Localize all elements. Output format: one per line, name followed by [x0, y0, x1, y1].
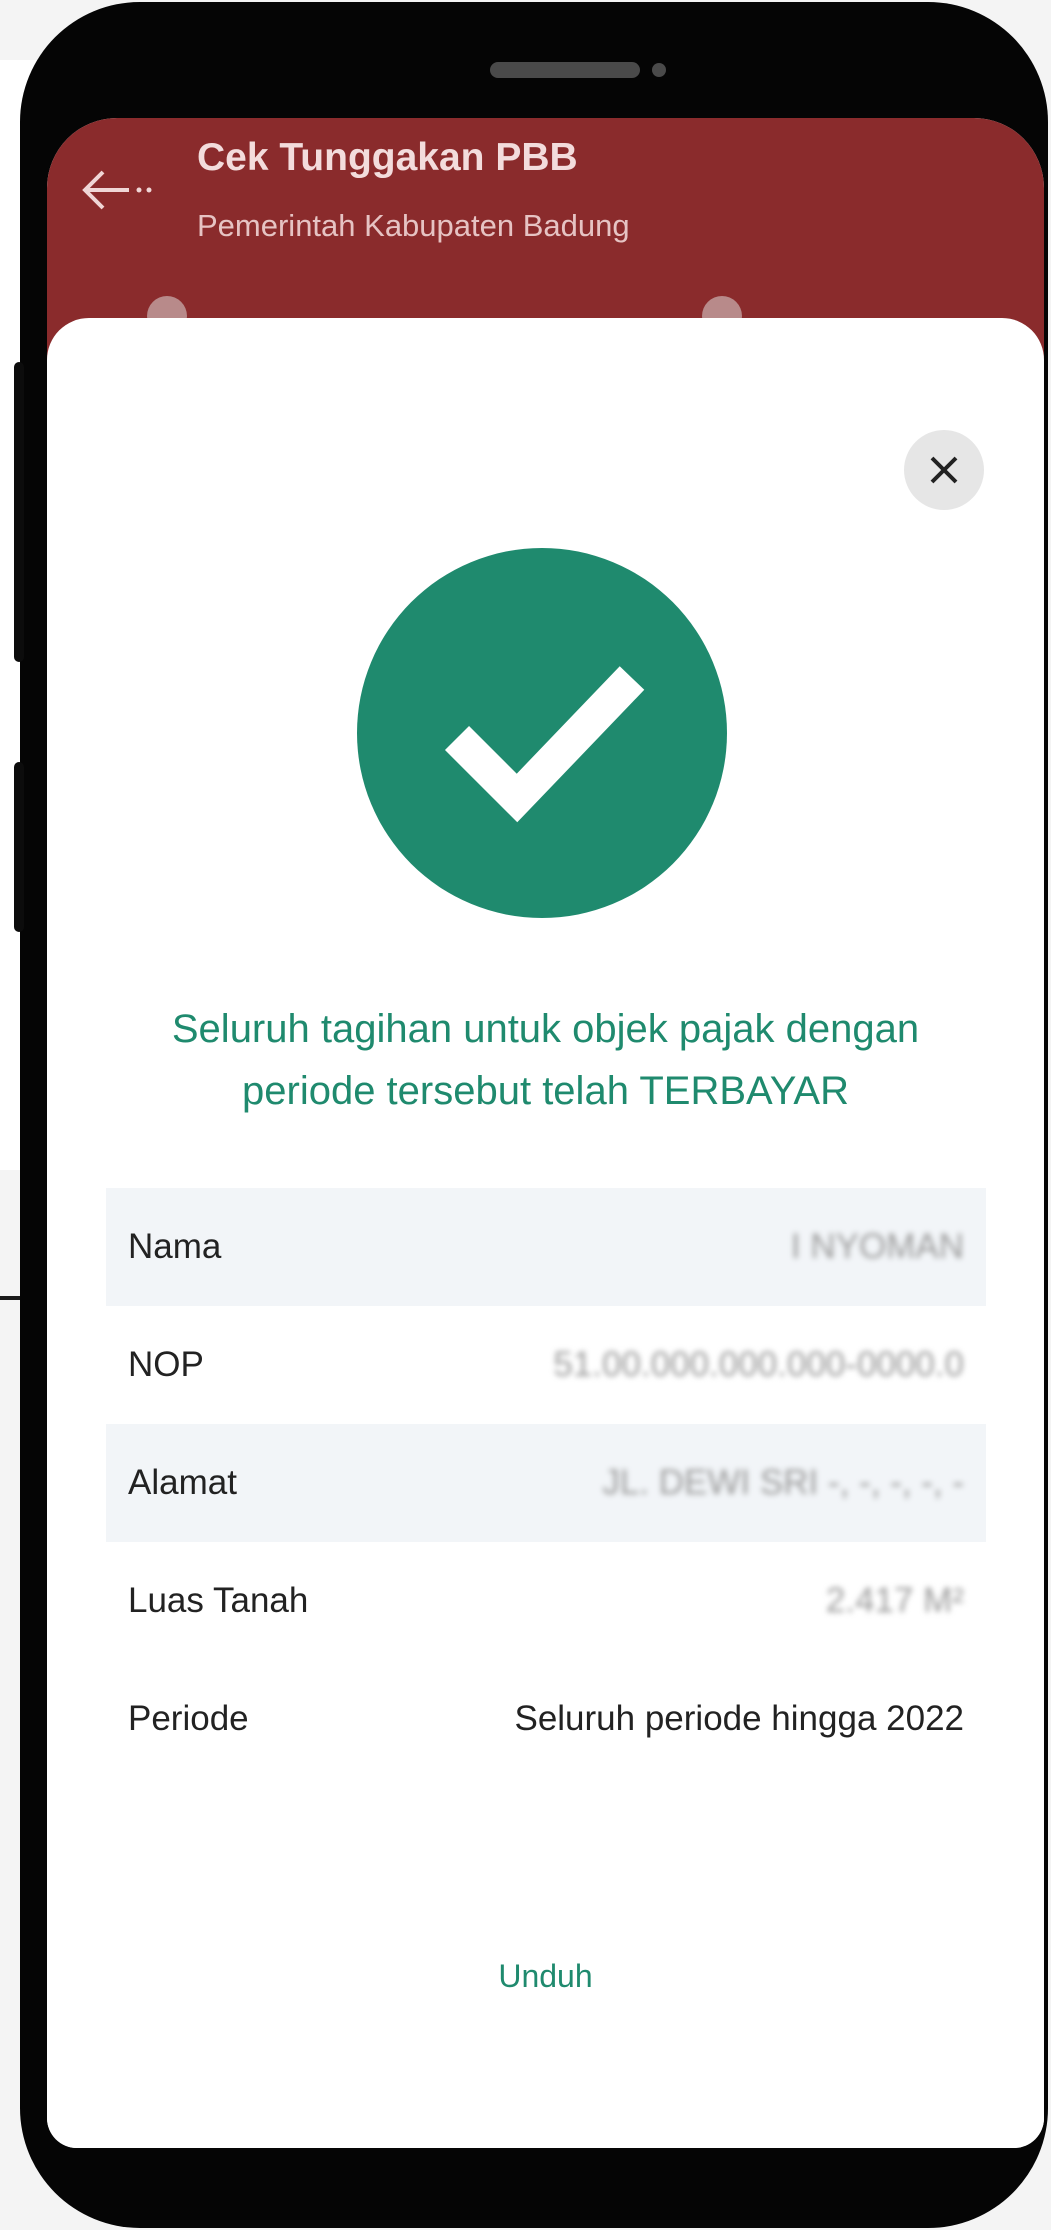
app-title: Cek Tunggakan PBB — [197, 136, 578, 179]
phone-side-button — [14, 762, 24, 932]
detail-label: Nama — [128, 1227, 222, 1266]
check-icon — [444, 666, 645, 823]
close-icon — [930, 456, 958, 484]
detail-value: I NYOMAN — [790, 1227, 964, 1266]
detail-row-nop: NOP 51.00.000.000.000-0000.0 — [106, 1306, 986, 1424]
close-button[interactable] — [904, 430, 984, 510]
download-button[interactable]: Unduh — [47, 1958, 1044, 1995]
detail-row-nama: Nama I NYOMAN — [106, 1188, 986, 1306]
detail-row-periode: Periode Seluruh periode hingga 2022 — [106, 1660, 986, 1778]
detail-label: Luas Tanah — [128, 1581, 309, 1620]
detail-value: 2.417 M² — [825, 1581, 964, 1620]
status-message-line: periode tersebut telah TERBAYAR — [242, 1069, 849, 1113]
detail-value: Seluruh periode hingga 2022 — [514, 1699, 964, 1738]
detail-label: Alamat — [128, 1463, 237, 1502]
camera-dot — [652, 63, 666, 77]
detail-row-luas-tanah: Luas Tanah 2.417 M² — [106, 1542, 986, 1660]
arrow-left-icon[interactable] — [77, 160, 157, 220]
result-modal: Seluruh tagihan untuk objek pajak dengan… — [47, 318, 1044, 2148]
detail-value: 51.00.000.000.000-0000.0 — [553, 1345, 964, 1384]
phone-side-button — [14, 362, 24, 662]
detail-value: JL. DEWI SRI -, -, -, -, - — [602, 1463, 964, 1502]
phone-screen: Cek Tunggakan PBB Pemerintah Kabupaten B… — [47, 118, 1044, 2148]
tax-object-details: Nama I NYOMAN NOP 51.00.000.000.000-0000… — [106, 1188, 986, 1778]
app-subtitle: Pemerintah Kabupaten Badung — [197, 208, 630, 243]
payment-status-message: Seluruh tagihan untuk objek pajak dengan… — [67, 998, 1024, 1122]
detail-label: NOP — [128, 1345, 204, 1384]
detail-row-alamat: Alamat JL. DEWI SRI -, -, -, -, - — [106, 1424, 986, 1542]
speaker-grille — [490, 62, 640, 78]
success-badge — [357, 548, 727, 918]
status-message-line: Seluruh tagihan untuk objek pajak dengan — [171, 1007, 920, 1051]
detail-label: Periode — [128, 1699, 249, 1738]
